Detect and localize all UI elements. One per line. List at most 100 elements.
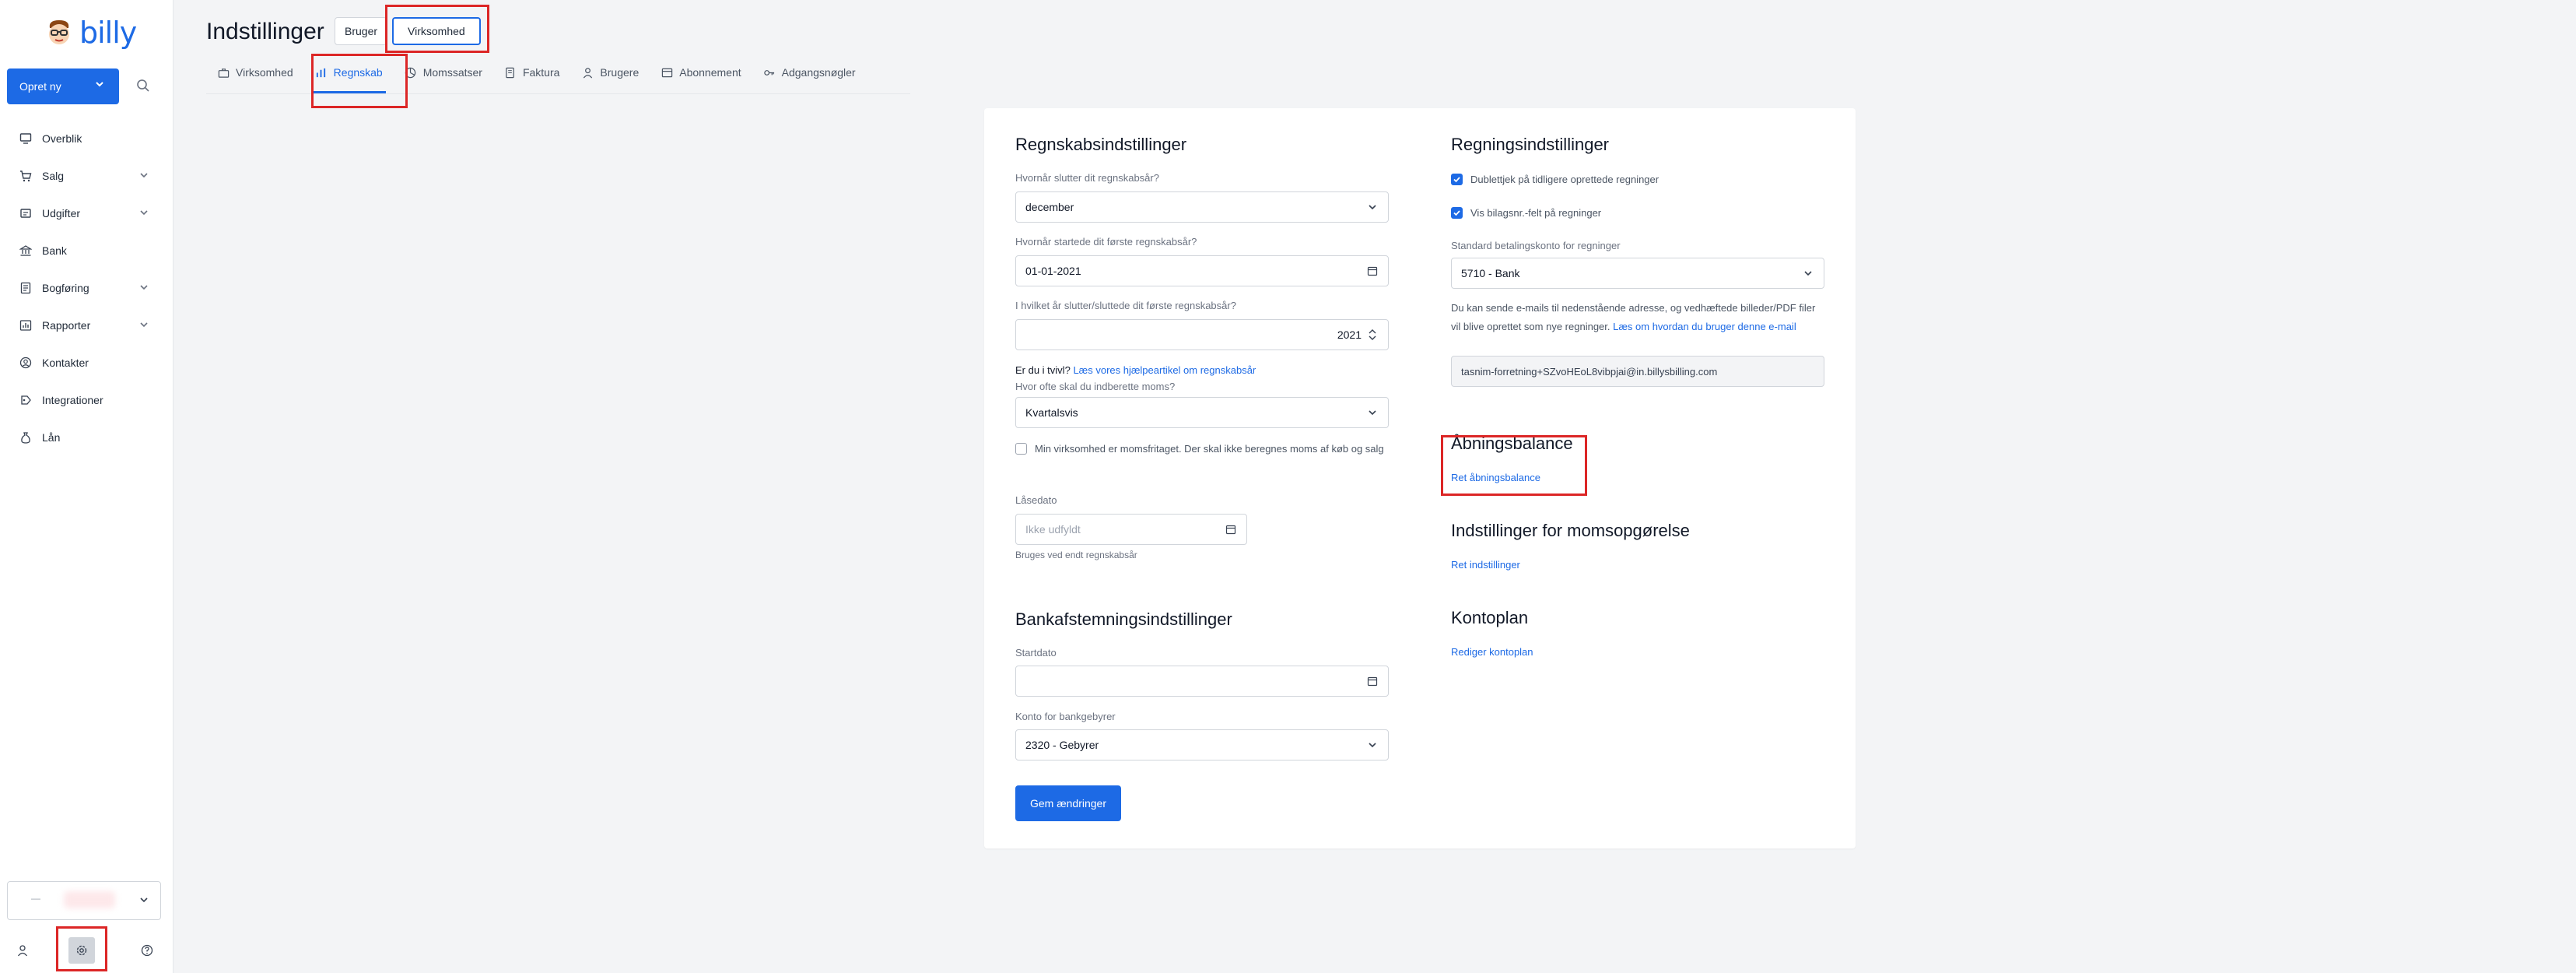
- subtab-label: Brugere: [600, 66, 640, 79]
- start-date-input[interactable]: [1015, 666, 1389, 697]
- create-new-button[interactable]: Opret ny: [7, 68, 119, 104]
- duplicate-check-checkbox[interactable]: [1451, 174, 1463, 185]
- sidebar-item-salg[interactable]: Salg: [0, 157, 173, 195]
- sidebar-item-label: Bank: [42, 244, 67, 257]
- fiscal-help-link[interactable]: Læs vores hjælpeartikel om regnskabsår: [1073, 364, 1256, 376]
- sidebar-item-bogforing[interactable]: Bogføring: [0, 269, 173, 307]
- sidebar-item-label: Udgifter: [42, 207, 81, 220]
- ledger-icon: [19, 281, 33, 295]
- chevron-down-icon: [1366, 406, 1379, 419]
- sidebar-item-label: Bogføring: [42, 282, 89, 294]
- duplicate-check-row[interactable]: Dublettjek på tidligere oprettede regnin…: [1451, 170, 1659, 189]
- subtab-adgangsnogler[interactable]: Adgangsnøgler: [752, 56, 867, 89]
- voucher-field-label: Vis bilagsnr.-felt på regninger: [1470, 207, 1602, 219]
- vat-exempt-checkbox-row[interactable]: Min virksomhed er momsfritaget. Der skal…: [1015, 440, 1389, 458]
- fiscal-help-text: Er du i tvivl? Læs vores hjælpeartikel o…: [1015, 364, 1256, 376]
- bill-email-address-field[interactable]: tasnim-forretning+SZvoHEoL8vibpjai@in.bi…: [1451, 356, 1824, 387]
- profile-button[interactable]: [14, 942, 31, 959]
- vat-exempt-checkbox[interactable]: [1015, 443, 1027, 455]
- briefcase-icon: [217, 66, 230, 79]
- subtab-regnskab[interactable]: Regnskab: [304, 56, 394, 93]
- create-new-label: Opret ny: [19, 80, 61, 93]
- chevron-down-icon: [1366, 201, 1379, 213]
- integrations-icon: [19, 393, 33, 407]
- edit-opening-balance-link[interactable]: Ret åbningsbalance: [1451, 472, 1540, 483]
- company-dash: —: [31, 893, 40, 904]
- settings-button[interactable]: [68, 937, 95, 964]
- subtab-label: Faktura: [522, 66, 560, 79]
- lock-date-label: Låsedato: [1015, 494, 1057, 506]
- key-icon: [763, 66, 776, 79]
- sidebar-footer: [0, 934, 173, 967]
- invoice-icon: [504, 66, 517, 79]
- page-title: Indstillinger: [206, 19, 324, 44]
- chevron-down-icon: [1802, 267, 1814, 279]
- sidebar-item-label: Integrationer: [42, 394, 103, 406]
- sidebar-item-kontakter[interactable]: Kontakter: [0, 344, 173, 381]
- bank-icon: [19, 244, 33, 258]
- first-fiscal-end-year-stepper[interactable]: 2021: [1015, 319, 1389, 350]
- voucher-field-row[interactable]: Vis bilagsnr.-felt på regninger: [1451, 204, 1601, 223]
- logo-face-icon: [49, 20, 69, 44]
- billy-logo[interactable]: billy: [44, 16, 137, 50]
- payment-account-value: 5710 - Bank: [1461, 267, 1520, 279]
- search-icon: [137, 79, 149, 92]
- subtab-brugere[interactable]: Brugere: [570, 56, 650, 89]
- pie-icon: [405, 66, 417, 79]
- edit-vat-settings-link[interactable]: Ret indstillinger: [1451, 559, 1520, 571]
- sidebar-item-overblik[interactable]: Overblik: [0, 120, 173, 157]
- duplicate-check-label: Dublettjek på tidligere oprettede regnin…: [1470, 174, 1660, 185]
- chevron-down-icon: [140, 173, 148, 178]
- bill-email-help-link[interactable]: Læs om hvordan du bruger denne e-mail: [1613, 321, 1796, 332]
- brand-name: billy: [79, 16, 137, 50]
- lock-date-input[interactable]: Ikke udfyldt: [1015, 514, 1247, 545]
- first-fiscal-start-date[interactable]: 01-01-2021: [1015, 255, 1389, 286]
- help-button[interactable]: [138, 942, 156, 959]
- subtab-virksomhed[interactable]: Virksomhed: [206, 56, 304, 89]
- first-fiscal-end-year: 2021: [1337, 328, 1362, 341]
- chevron-down-icon: [140, 210, 148, 216]
- first-fiscal-start-value: 01-01-2021: [1025, 265, 1081, 277]
- sidebar-item-lan[interactable]: Lån: [0, 419, 173, 456]
- chevron-down-icon: [140, 897, 148, 903]
- calendar-icon: [1225, 523, 1237, 536]
- company-name-blurred: [64, 891, 115, 908]
- company-selector[interactable]: —: [7, 881, 161, 920]
- chevron-down-icon: [1366, 739, 1379, 751]
- sidebar-item-udgifter[interactable]: Udgifter: [0, 195, 173, 232]
- sidebar-item-bank[interactable]: Bank: [0, 232, 173, 269]
- fiscal-year-end-value: december: [1025, 201, 1074, 213]
- chevron-down-icon: [96, 82, 103, 87]
- opening-balance-title: Åbningsbalance: [1451, 434, 1573, 453]
- bank-recon-title: Bankafstemningsindstillinger: [1015, 609, 1232, 629]
- bill-settings-title: Regningsindstillinger: [1451, 135, 1610, 154]
- help-icon: [141, 944, 153, 957]
- sidebar-item-rapporter[interactable]: Rapporter: [0, 307, 173, 344]
- bill-email-address: tasnim-forretning+SZvoHEoL8vibpjai@in.bi…: [1461, 365, 1718, 378]
- vat-frequency-select[interactable]: Kvartalsvis: [1015, 397, 1389, 428]
- sidebar: billy Opret ny Overblik Salg Udgifter Ba…: [0, 0, 173, 973]
- subtab-momssatser[interactable]: Momssatser: [394, 56, 493, 89]
- tab-bruger[interactable]: Bruger: [335, 17, 388, 45]
- subtab-abonnement[interactable]: Abonnement: [650, 56, 752, 89]
- voucher-field-checkbox[interactable]: [1451, 207, 1463, 219]
- subtab-faktura[interactable]: Faktura: [493, 56, 570, 89]
- settings-sub-tabs: Virksomhed Regnskab Momssatser Faktura B…: [206, 56, 867, 103]
- search-button[interactable]: [132, 75, 154, 97]
- tab-virksomhed[interactable]: Virksomhed: [392, 17, 481, 45]
- lock-date-help: Bruges ved endt regnskabsår: [1015, 550, 1137, 560]
- save-changes-button[interactable]: Gem ændringer: [1015, 785, 1121, 821]
- bank-fee-account-select[interactable]: 2320 - Gebyrer: [1015, 729, 1389, 760]
- scope-tabs: Bruger Virksomhed: [335, 17, 481, 45]
- payment-account-select[interactable]: 5710 - Bank: [1451, 258, 1824, 289]
- user-icon: [581, 66, 594, 79]
- fiscal-year-end-select[interactable]: december: [1015, 191, 1389, 223]
- sidebar-item-integrationer[interactable]: Integrationer: [0, 381, 173, 419]
- sidebar-item-label: Salg: [42, 170, 65, 182]
- first-fiscal-start-label: Hvornår startede dit første regnskabsår?: [1015, 236, 1197, 248]
- cart-icon: [19, 169, 33, 183]
- bill-email-description: Du kan sende e-mails til nedenstående ad…: [1451, 299, 1824, 336]
- edit-chart-of-accounts-link[interactable]: Rediger kontoplan: [1451, 646, 1533, 658]
- report-icon: [19, 318, 33, 332]
- stepper-arrows-icon[interactable]: [1366, 328, 1379, 341]
